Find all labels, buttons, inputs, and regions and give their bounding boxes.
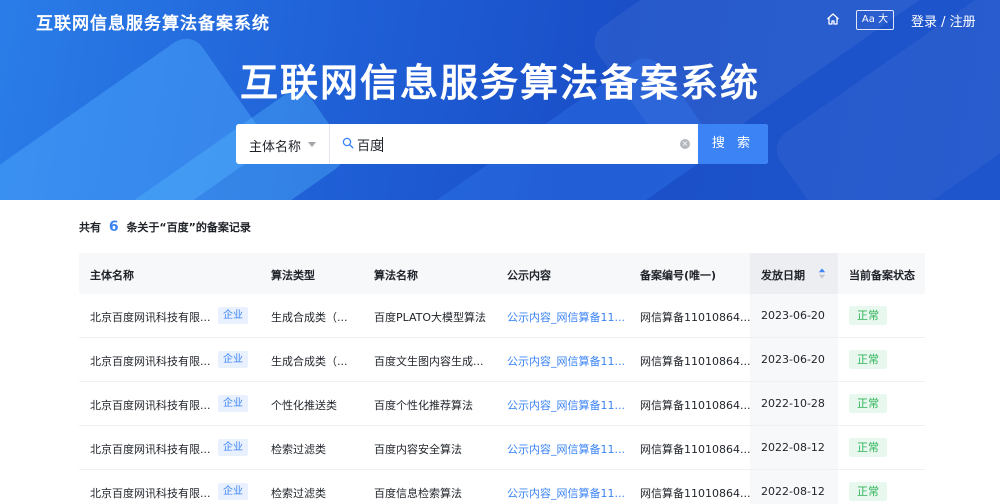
search-bar: 主体名称 × 搜 索 bbox=[236, 124, 768, 164]
summary-prefix: 共有 bbox=[79, 221, 101, 234]
result-count: 6 bbox=[108, 219, 119, 235]
clear-icon[interactable]: × bbox=[680, 139, 690, 149]
table-row: 北京百度网讯科技有限... 企业 检索过滤类 百度内容安全算法 公示内容_网信算… bbox=[79, 426, 925, 470]
cell-code: 网信算备11010864... bbox=[640, 399, 751, 412]
cell-type: 生成合成类（... bbox=[271, 311, 348, 324]
table-row: 北京百度网讯科技有限... 企业 个性化推送类 百度个性化推荐算法 公示内容_网… bbox=[79, 382, 925, 426]
hero-title: 互联网信息服务算法备案系统 bbox=[239, 61, 760, 105]
summary-suffix: 条关于“百度”的备案记录 bbox=[126, 221, 251, 234]
cell-name: 百度PLATO大模型算法 bbox=[374, 311, 487, 324]
cell-entity: 北京百度网讯科技有限... bbox=[90, 399, 211, 412]
column-header-code: 备案编号(唯一) bbox=[640, 269, 717, 282]
cell-name: 百度个性化推荐算法 bbox=[374, 399, 473, 412]
status-badge: 正常 bbox=[849, 394, 887, 413]
table-row: 北京百度网讯科技有限... 企业 生成合成类（... 百度PLATO大模型算法 … bbox=[79, 294, 925, 338]
column-header-name: 算法名称 bbox=[374, 269, 418, 282]
cell-date: 2022-08-12 bbox=[761, 441, 825, 454]
table-row: 北京百度网讯科技有限... 企业 检索过滤类 百度信息检索算法 公示内容_网信算… bbox=[79, 470, 925, 504]
sort-icon[interactable] bbox=[818, 268, 826, 279]
login-register-link[interactable]: 登录 / 注册 bbox=[911, 11, 976, 30]
hero-banner: 互联网信息服务算法备案系统 Aa 大 登录 / 注册 互联网信息服务算法备案系统… bbox=[0, 0, 1000, 200]
cell-content-link[interactable]: 公示内容_网信算备11... bbox=[507, 441, 625, 457]
cell-code: 网信算备11010864... bbox=[640, 487, 751, 500]
status-badge: 正常 bbox=[849, 350, 887, 369]
text-cursor bbox=[382, 137, 383, 152]
cell-type: 检索过滤类 bbox=[271, 443, 326, 456]
cell-type: 个性化推送类 bbox=[271, 399, 337, 412]
cell-name: 百度信息检索算法 bbox=[374, 487, 462, 500]
cell-name: 百度文生图内容生成... bbox=[374, 355, 484, 368]
entity-type-tag: 企业 bbox=[218, 483, 248, 500]
cell-name: 百度内容安全算法 bbox=[374, 443, 462, 456]
cell-content-link[interactable]: 公示内容_网信算备11... bbox=[507, 309, 625, 325]
cell-type: 生成合成类（... bbox=[271, 355, 348, 368]
home-icon[interactable] bbox=[826, 12, 840, 26]
table-header: 主体名称 算法类型 算法名称 公示内容 备案编号(唯一) 发放日期 当前备案状态 bbox=[79, 253, 925, 294]
cell-code: 网信算备11010864... bbox=[640, 311, 751, 324]
cell-entity: 北京百度网讯科技有限... bbox=[90, 443, 211, 456]
entity-type-tag: 企业 bbox=[218, 351, 248, 368]
result-summary: 共有 6 条关于“百度”的备案记录 bbox=[79, 219, 251, 235]
cell-type: 检索过滤类 bbox=[271, 487, 326, 500]
search-input[interactable] bbox=[357, 132, 677, 156]
cell-content-link[interactable]: 公示内容_网信算备11... bbox=[507, 353, 625, 369]
entity-type-tag: 企业 bbox=[218, 307, 248, 324]
status-badge: 正常 bbox=[849, 438, 887, 457]
column-header-entity: 主体名称 bbox=[90, 269, 134, 282]
font-size-toggle[interactable]: Aa 大 bbox=[856, 10, 894, 30]
chevron-down-icon bbox=[308, 142, 316, 147]
column-header-type: 算法类型 bbox=[271, 269, 315, 282]
cell-code: 网信算备11010864... bbox=[640, 443, 751, 456]
search-button[interactable]: 搜 索 bbox=[698, 124, 768, 164]
cell-content-link[interactable]: 公示内容_网信算备11... bbox=[507, 485, 625, 501]
cell-content-link[interactable]: 公示内容_网信算备11... bbox=[507, 397, 625, 413]
cell-date: 2023-06-20 bbox=[761, 353, 825, 366]
cell-date: 2022-10-28 bbox=[761, 397, 825, 410]
search-type-select[interactable]: 主体名称 bbox=[236, 124, 330, 164]
column-header-status: 当前备案状态 bbox=[849, 269, 915, 282]
search-icon bbox=[342, 137, 354, 149]
status-badge: 正常 bbox=[849, 482, 887, 501]
status-badge: 正常 bbox=[849, 306, 887, 325]
results-table: 主体名称 算法类型 算法名称 公示内容 备案编号(唯一) 发放日期 当前备案状态… bbox=[79, 253, 925, 504]
cell-entity: 北京百度网讯科技有限... bbox=[90, 355, 211, 368]
table-row: 北京百度网讯科技有限... 企业 生成合成类（... 百度文生图内容生成... … bbox=[79, 338, 925, 382]
cell-entity: 北京百度网讯科技有限... bbox=[90, 487, 211, 500]
search-type-label: 主体名称 bbox=[249, 140, 302, 155]
cell-entity: 北京百度网讯科技有限... bbox=[90, 311, 211, 324]
top-navbar: 互联网信息服务算法备案系统 Aa 大 登录 / 注册 bbox=[0, 0, 1000, 40]
entity-type-tag: 企业 bbox=[218, 395, 248, 412]
cell-date: 2022-08-12 bbox=[761, 485, 825, 498]
cell-date: 2023-06-20 bbox=[761, 309, 825, 322]
cell-code: 网信算备11010864... bbox=[640, 355, 751, 368]
entity-type-tag: 企业 bbox=[218, 439, 248, 456]
column-header-content: 公示内容 bbox=[507, 269, 551, 282]
site-title[interactable]: 互联网信息服务算法备案系统 bbox=[36, 9, 270, 34]
column-header-date[interactable]: 发放日期 bbox=[761, 267, 805, 283]
